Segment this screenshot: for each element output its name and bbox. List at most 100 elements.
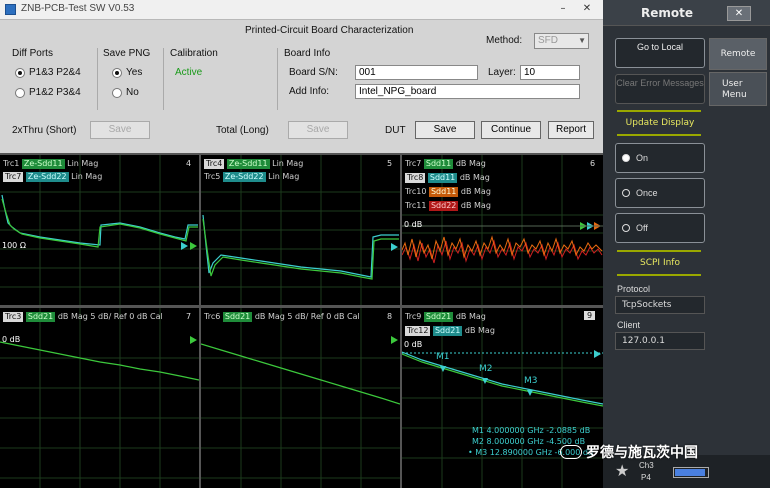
close-icon[interactable]: ✕ <box>727 6 751 21</box>
trace-name[interactable]: Trc8 <box>405 173 426 183</box>
form-heading: Printed-Circuit Board Characterization <box>245 25 414 36</box>
trace-name: Trc7 <box>405 159 422 168</box>
clear-error-messages-button[interactable]: Clear Error Messages <box>615 74 705 104</box>
watermark-text: 罗德与施瓦茨中国 <box>586 445 698 461</box>
trace-mode: Lin Mag <box>71 172 103 181</box>
report-button[interactable]: Report <box>548 121 594 139</box>
trace-label: Trc9 Sdd21 dB Mag <box>405 312 486 322</box>
method-label: Method: <box>486 35 523 46</box>
save-dut-button[interactable]: Save <box>415 121 475 139</box>
trace-tag[interactable]: Sdd22 <box>428 201 459 211</box>
trace-tag[interactable]: Sdd21 <box>423 312 454 322</box>
screen: { "window": { "title": "ZNB-PCB-Test SW … <box>0 0 770 488</box>
diff-ports-radio-1[interactable] <box>15 68 25 78</box>
trace-tag[interactable]: Sdd21 <box>222 312 253 322</box>
diagram-area: Trc1 Ze-Sdd11 Lin Mag Trc7 Ze-Sdd22 Lin … <box>0 153 603 488</box>
trace-name[interactable]: Trc3 <box>3 312 24 322</box>
minimize-icon[interactable]: – <box>556 2 570 16</box>
board-sn-input[interactable]: 001 <box>355 65 478 80</box>
layer-input[interactable]: 10 <box>520 65 580 80</box>
diagram-7[interactable]: Trc3 Sdd21 dB Mag 5 dB/ Ref 0 dB Cal 7 0… <box>0 308 199 488</box>
diagram-5[interactable]: Trc4 Ze-Sdd11 Lin Mag Trc5 Ze-Sdd22 Lin … <box>201 155 400 305</box>
add-info-input[interactable]: Intel_NPG_board <box>355 84 580 99</box>
remote-panel: Remote ✕ Go to Local Clear Error Message… <box>603 0 770 488</box>
trace-mode: Lin Mag <box>268 172 300 181</box>
diagram-8[interactable]: Trc6 Sdd21 dB Mag 5 dB/ Ref 0 dB Cal 8 <box>201 308 400 488</box>
close-window-icon[interactable]: ✕ <box>580 2 594 16</box>
trace-tag[interactable]: Ze-Sdd22 <box>25 172 69 182</box>
update-once-button[interactable]: Once <box>615 178 705 208</box>
remote-title: Remote <box>641 6 694 20</box>
trace-tag[interactable]: Ze-Sdd11 <box>21 159 65 169</box>
client-value: 127.0.0.1 <box>615 332 705 350</box>
chevron-down-icon: ▼ <box>578 36 586 45</box>
marker-label-m3: M3 <box>524 376 538 386</box>
trace-tag[interactable]: Sdd21 <box>432 326 463 336</box>
radio-once <box>622 189 630 197</box>
diagram-4[interactable]: Trc1 Ze-Sdd11 Lin Mag Trc7 Ze-Sdd22 Lin … <box>0 155 199 305</box>
window-title: ZNB-PCB-Test SW V0.53 <box>21 3 135 14</box>
save-png-label: Save PNG <box>103 48 151 59</box>
diagram-number: 9 <box>584 311 596 320</box>
diagram-number: 7 <box>186 312 192 321</box>
trace-name[interactable]: Trc12 <box>405 326 431 336</box>
continue-button[interactable]: Continue <box>481 121 541 139</box>
trace-trc6 <box>201 343 400 405</box>
update-on-button[interactable]: On <box>615 143 705 173</box>
update-off-button[interactable]: Off <box>615 213 705 243</box>
trace-mode: dB Mag <box>464 326 495 335</box>
marker-m3[interactable] <box>527 390 533 396</box>
trace-label: Trc4 Ze-Sdd11 Lin Mag <box>204 159 303 169</box>
trace-tag[interactable]: Sdd21 <box>25 312 56 322</box>
ref-value: 0 dB <box>404 220 423 229</box>
diagram-6[interactable]: Trc7 Sdd11 dB Mag Trc8 Sdd11 dB Mag Trc1… <box>402 155 603 305</box>
save-png-yes-radio[interactable] <box>112 68 122 78</box>
update-once-label: Once <box>636 188 658 198</box>
trace-tag[interactable]: Sdd11 <box>423 159 454 169</box>
marker-label-m1: M1 <box>436 352 450 362</box>
diagram-8-plot <box>201 308 400 488</box>
remote-title-bar: Remote ✕ <box>603 0 770 26</box>
trace-mode: Lin Mag <box>67 159 99 168</box>
radio-off <box>622 224 630 232</box>
trace-label: Trc6 Sdd21 dB Mag 5 dB/ Ref 0 dB Cal <box>204 312 360 322</box>
trace-mode: dB Mag <box>460 201 491 210</box>
trace-label: Trc8 Sdd11 dB Mag <box>405 173 490 183</box>
diagram-7-plot <box>0 308 199 488</box>
trace-name: Trc9 <box>405 312 422 321</box>
trace-tag[interactable]: Ze-Sdd11 <box>226 159 270 169</box>
diff-ports-radio-2[interactable] <box>15 88 25 98</box>
go-to-local-button[interactable]: Go to Local <box>615 38 705 68</box>
trace-tag[interactable]: Ze-Sdd22 <box>222 172 266 182</box>
app-icon <box>5 4 16 15</box>
trace-mode: dB Mag 5 dB/ Ref 0 dB Cal <box>254 312 360 321</box>
add-info-label: Add Info: <box>289 86 330 97</box>
trace-mode: dB Mag <box>455 159 486 168</box>
method-select[interactable]: SFD ▼ <box>534 33 589 49</box>
trace-label: Trc5 Ze-Sdd22 Lin Mag <box>204 172 299 182</box>
trace-tag[interactable]: Sdd11 <box>428 187 459 197</box>
port-label: P4 <box>641 473 651 482</box>
divider <box>97 48 98 110</box>
tab-user-menu[interactable]: User Menu <box>709 72 767 106</box>
diff-ports-opt2: P1&2 P3&4 <box>29 87 81 98</box>
method-value: SFD <box>538 35 558 46</box>
application-window: ZNB-PCB-Test SW V0.53 – ✕ Printed-Circui… <box>0 0 603 488</box>
trace-name: Trc6 <box>204 312 221 321</box>
trace-name[interactable]: Trc7 <box>3 172 24 182</box>
update-display-heading: Update Display <box>625 118 695 128</box>
protocol-label: Protocol <box>617 284 651 294</box>
ref-value: 0 dB <box>404 340 423 349</box>
channel-label: Ch3 <box>639 461 654 470</box>
watermark: 罗德与施瓦茨中国 <box>560 442 698 462</box>
trace-trc3 <box>0 341 199 381</box>
tab-remote[interactable]: Remote <box>709 38 767 70</box>
trace-name[interactable]: Trc4 <box>204 159 225 169</box>
marker-label-m2: M2 <box>479 364 493 374</box>
save-total-button[interactable]: Save <box>288 121 348 139</box>
save-png-no-radio[interactable] <box>112 88 122 98</box>
trace-tag[interactable]: Sdd11 <box>427 173 458 183</box>
marker-arrow <box>594 350 601 358</box>
save-thru-button[interactable]: Save <box>90 121 150 139</box>
divider <box>617 274 701 276</box>
